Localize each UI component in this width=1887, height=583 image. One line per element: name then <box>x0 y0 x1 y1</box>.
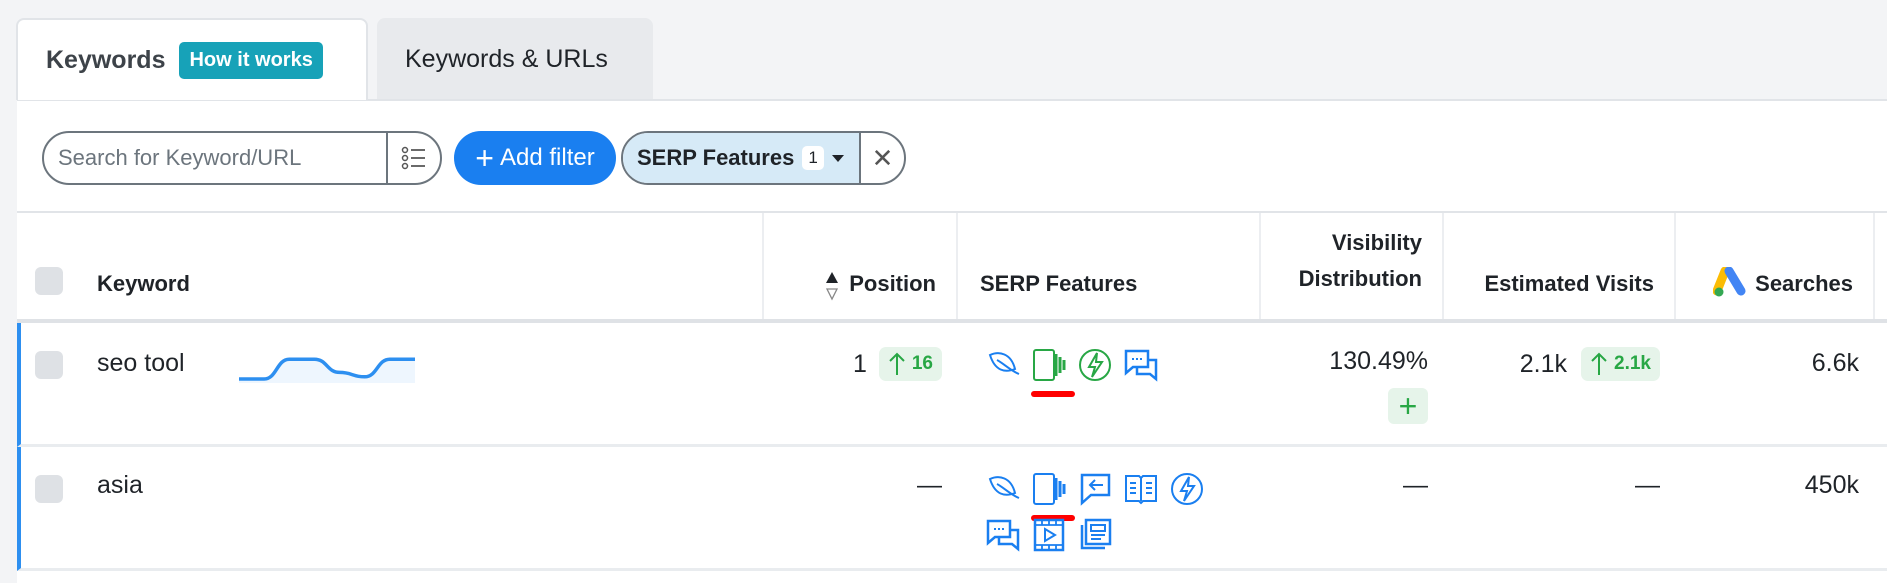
header-keyword: Keyword <box>17 213 764 319</box>
header-visibility-line1: Visibility <box>1331 230 1422 255</box>
searches-value: 6.6k <box>1811 349 1859 377</box>
google-ads-icon <box>1713 267 1746 297</box>
serp-features-filter-dropdown[interactable]: SERP Features 1 <box>623 133 861 183</box>
header-visits-label: Estimated Visits <box>1484 271 1654 296</box>
leaf-icon[interactable] <box>985 471 1021 507</box>
top-stories-icon[interactable] <box>1077 517 1113 553</box>
remove-filter-button[interactable]: ✕ <box>861 133 904 183</box>
header-serp-label[interactable]: SERP Features <box>980 271 1137 297</box>
knowledge-book-icon[interactable] <box>1123 471 1159 507</box>
arrow-up-icon <box>1591 352 1607 375</box>
serp-features-filter-chip: SERP Features 1 ✕ <box>621 131 906 185</box>
header-next-column <box>1875 213 1887 319</box>
table-row[interactable]: seo tool 1 16 130.49% + 2.1k 2.1k 6.6k <box>17 323 1887 447</box>
bulk-list-button[interactable] <box>386 133 440 183</box>
table-row[interactable]: asia — — — 450k <box>17 447 1887 571</box>
keyword-text[interactable]: asia <box>97 471 143 500</box>
visits-value: 2.1k <box>1519 349 1568 378</box>
add-filter-label: Add filter <box>499 144 595 171</box>
reviews-chat-icon[interactable] <box>985 517 1021 553</box>
reviews-chat-icon[interactable] <box>1123 347 1159 383</box>
keywords-table: Keyword Position SERP Features Visibilit… <box>17 213 1887 571</box>
tab-keywords-label: Keywords <box>46 45 166 74</box>
tab-keywords-urls[interactable]: Keywords & URLs <box>377 18 653 100</box>
header-position[interactable]: Position <box>764 213 958 319</box>
visibility-value: 130.49% <box>1329 347 1428 375</box>
how-it-works-button[interactable]: How it works <box>179 41 323 79</box>
visibility-cell: 130.49% + <box>1265 347 1428 424</box>
table-header: Keyword Position SERP Features Visibilit… <box>17 213 1887 323</box>
highlight-underline <box>1031 391 1075 397</box>
row-checkbox[interactable] <box>35 475 63 503</box>
visits-change-badge: 2.1k <box>1581 347 1660 381</box>
arrow-up-icon <box>889 352 905 375</box>
searches-value: 450k <box>1804 471 1859 499</box>
carousel-icon[interactable] <box>1031 347 1075 397</box>
header-visibility[interactable]: Visibility Distribution <box>1261 213 1444 319</box>
keywords-panel: + Add filter SERP Features 1 ✕ Keyword <box>17 99 1887 583</box>
visits-cell: 2.1k 2.1k <box>1448 347 1660 381</box>
row-checkbox[interactable] <box>35 351 63 379</box>
header-serp-features: SERP Features <box>958 213 1261 319</box>
header-position-label: Position <box>849 271 936 296</box>
select-all-checkbox[interactable] <box>35 267 63 295</box>
header-visibility-line2: Distribution <box>1298 266 1422 291</box>
sort-icon[interactable] <box>825 271 839 301</box>
header-searches-label: Searches <box>1755 271 1853 296</box>
tab-keywords[interactable]: Keywords How it works <box>16 18 368 100</box>
add-filter-button[interactable]: + Add filter <box>454 131 616 185</box>
header-keyword-label[interactable]: Keyword <box>97 271 190 297</box>
visits-change-value: 2.1k <box>1614 353 1651 374</box>
visibility-value: — <box>1403 471 1428 499</box>
tab-keywords-urls-label: Keywords & URLs <box>405 44 608 73</box>
position-change-badge: 16 <box>878 347 942 381</box>
leaf-icon[interactable] <box>985 347 1021 383</box>
position-cell: 1 16 <box>768 347 942 381</box>
trend-sparkline <box>239 357 415 383</box>
amp-icon[interactable] <box>1169 471 1205 507</box>
caret-down-icon <box>831 154 844 162</box>
serp-features-list <box>985 347 1215 397</box>
featured-reply-icon[interactable] <box>1077 471 1113 507</box>
keyword-text[interactable]: seo tool <box>97 349 185 378</box>
search-box <box>42 131 442 185</box>
header-searches[interactable]: Searches <box>1676 213 1875 319</box>
position-value: 1 <box>852 349 867 378</box>
amp-icon[interactable] <box>1077 347 1113 383</box>
position-value: — <box>917 471 942 499</box>
carousel-icon[interactable] <box>1031 471 1075 521</box>
filter-chip-label: SERP Features <box>637 145 795 170</box>
header-estimated-visits[interactable]: Estimated Visits <box>1444 213 1676 319</box>
position-change-value: 16 <box>911 353 933 374</box>
serp-features-list <box>985 471 1215 553</box>
search-input[interactable] <box>44 133 387 183</box>
filter-toolbar: + Add filter SERP Features 1 ✕ <box>17 101 1887 213</box>
visits-value: — <box>1635 471 1660 499</box>
video-icon[interactable] <box>1031 517 1067 553</box>
add-to-visibility-button[interactable]: + <box>1388 388 1428 424</box>
plus-icon: + <box>475 140 494 176</box>
close-icon: ✕ <box>871 142 894 173</box>
list-icon <box>401 146 426 170</box>
filter-chip-count: 1 <box>802 146 824 170</box>
